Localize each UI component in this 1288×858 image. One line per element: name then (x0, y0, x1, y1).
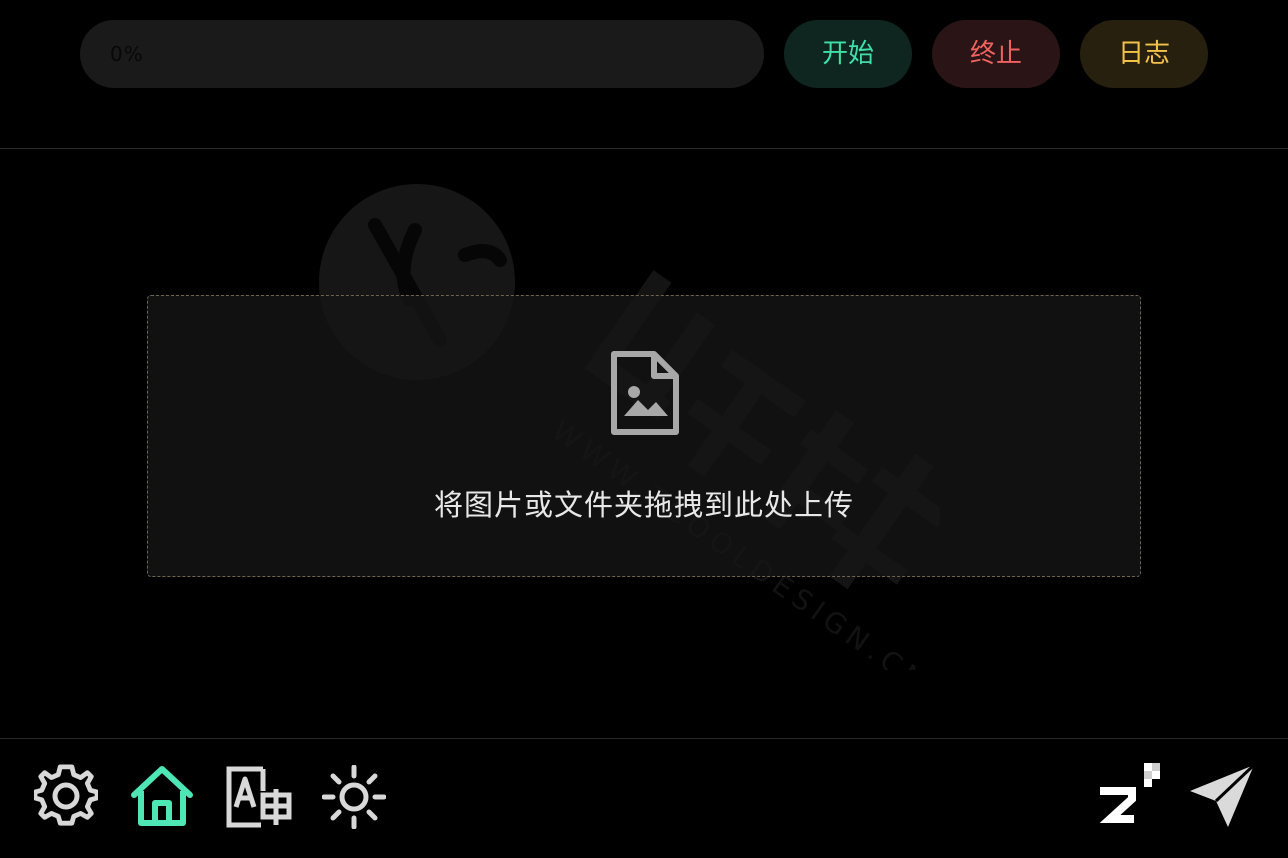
send-icon (1190, 763, 1256, 827)
top-toolbar: 0% 开始 终止 日志 (0, 0, 1288, 149)
settings-button[interactable] (34, 763, 98, 829)
image-file-icon (611, 351, 679, 435)
progress-bar: 0% (80, 20, 764, 88)
app-window: 0% 开始 终止 日志 WWW.ZCOOLDESIGN.CN (0, 0, 1288, 858)
translate-button[interactable] (225, 765, 293, 829)
send-button[interactable] (1188, 761, 1258, 831)
sun-icon (322, 765, 386, 829)
start-button[interactable]: 开始 (784, 20, 912, 88)
log-button[interactable]: 日志 (1080, 20, 1208, 88)
dropzone-instruction: 将图片或文件夹拖拽到此处上传 (433, 488, 854, 522)
upload-dropzone[interactable]: 将图片或文件夹拖拽到此处上传 (147, 295, 1141, 577)
brand-button[interactable] (1096, 761, 1164, 827)
stop-button[interactable]: 终止 (932, 20, 1060, 88)
brightness-button[interactable] (322, 765, 386, 829)
zoom-brand-icon (1099, 763, 1160, 823)
gear-icon (34, 764, 98, 826)
home-button[interactable] (129, 763, 195, 827)
home-icon (131, 766, 193, 826)
translate-icon (226, 766, 292, 828)
bottom-toolbar (0, 738, 1288, 858)
progress-label: 0% (110, 42, 144, 66)
